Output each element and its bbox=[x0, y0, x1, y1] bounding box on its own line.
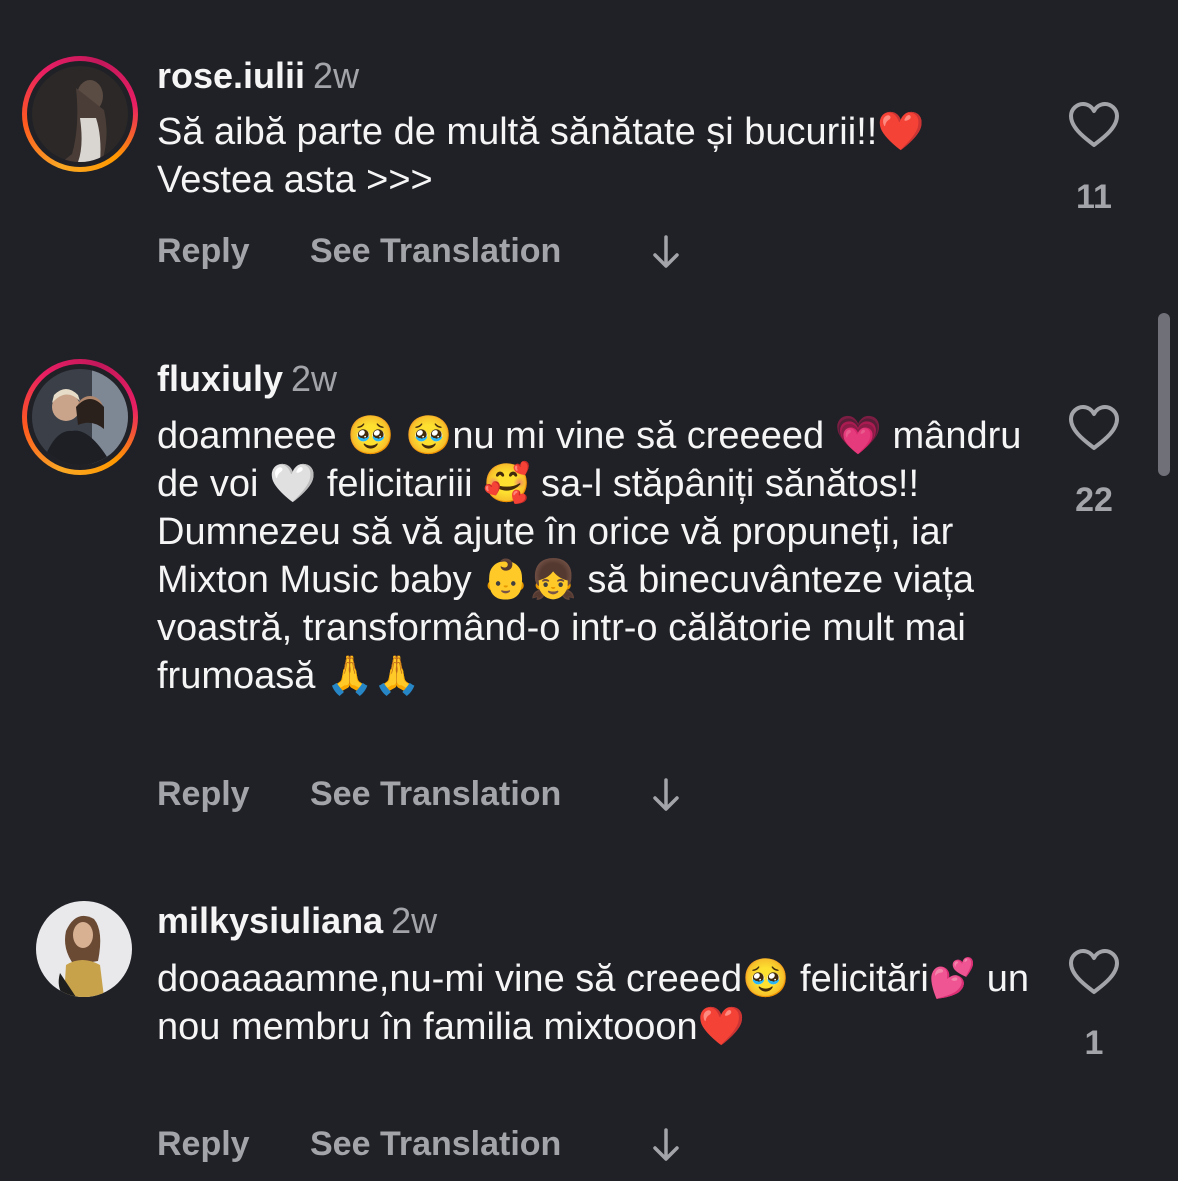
reply-button[interactable]: Reply bbox=[157, 775, 250, 814]
like-count: 1 bbox=[1084, 1024, 1104, 1062]
comment-header: milkysiuliana 2w bbox=[157, 901, 437, 941]
username[interactable]: rose.iulii bbox=[157, 55, 305, 96]
avatar-story-ring[interactable] bbox=[22, 56, 138, 172]
scrollbar[interactable] bbox=[1158, 313, 1170, 476]
avatar bbox=[32, 369, 128, 465]
like-count: 22 bbox=[1075, 481, 1113, 519]
comment-text: doamneee 🥹 🥹nu mi vine să creeeed 💗 mând… bbox=[157, 415, 1022, 697]
timestamp: 2w bbox=[313, 55, 360, 96]
arrow-down-icon[interactable] bbox=[649, 234, 683, 279]
avatar-story-ring[interactable] bbox=[22, 359, 138, 475]
reply-button[interactable]: Reply bbox=[157, 1125, 250, 1164]
comment-header: rose.iulii 2w bbox=[157, 56, 359, 96]
username[interactable]: milkysiuliana bbox=[157, 900, 383, 941]
username[interactable]: fluxiuly bbox=[157, 358, 283, 399]
comment-text: Să aibă parte de multă sănătate și bucur… bbox=[157, 111, 925, 201]
avatar bbox=[32, 66, 128, 162]
heart-outline-icon[interactable] bbox=[1068, 101, 1120, 149]
arrow-down-icon[interactable] bbox=[649, 777, 683, 822]
heart-outline-icon[interactable] bbox=[1068, 404, 1120, 452]
timestamp: 2w bbox=[391, 900, 438, 941]
see-translation-button[interactable]: See Translation bbox=[310, 232, 561, 271]
arrow-down-icon[interactable] bbox=[649, 1127, 683, 1172]
see-translation-button[interactable]: See Translation bbox=[310, 775, 561, 814]
timestamp: 2w bbox=[291, 358, 338, 399]
comment-text: dooaaaamne,nu-mi vine să creeed🥹 felicit… bbox=[157, 958, 1029, 1048]
heart-outline-icon[interactable] bbox=[1068, 948, 1120, 996]
see-translation-button[interactable]: See Translation bbox=[310, 1125, 561, 1164]
reply-button[interactable]: Reply bbox=[157, 232, 250, 271]
avatar[interactable] bbox=[36, 901, 132, 997]
like-count: 11 bbox=[1076, 178, 1112, 216]
comment-header: fluxiuly 2w bbox=[157, 359, 337, 399]
